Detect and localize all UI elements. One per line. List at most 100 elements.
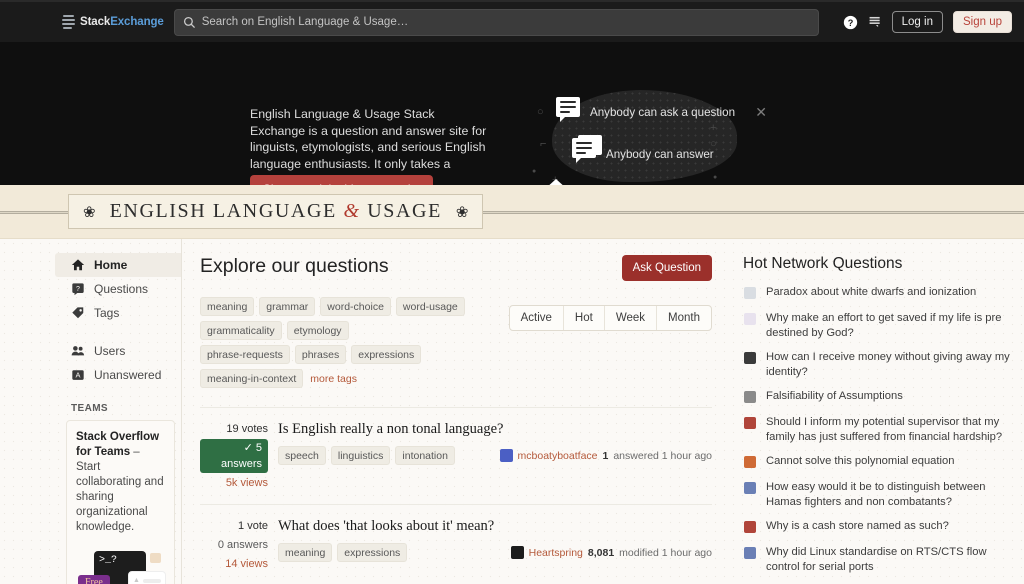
hot-network-question-title: Paradox about white dwarfs and ionizatio… <box>766 286 977 298</box>
tag-pill[interactable]: etymology <box>286 321 349 340</box>
sidebar-item-tags[interactable]: Tags <box>55 301 181 325</box>
teams-promo-card[interactable]: Stack Overflow for Teams – Start collabo… <box>66 420 175 584</box>
question-title-link[interactable]: Is English really a non tonal language? <box>278 420 712 439</box>
user-name-link[interactable]: mcboatyboatface <box>518 450 598 462</box>
sidebar-item-home[interactable]: Home <box>55 253 181 277</box>
question-meta: speech linguistics intonation mcboatyboatfa… <box>278 446 712 465</box>
sidebar-item-label: Unanswered <box>94 368 162 382</box>
svg-text:?: ? <box>847 18 853 28</box>
teams-promo-text: Stack Overflow for Teams – Start collabo… <box>76 430 165 535</box>
help-circle-icon[interactable]: ? <box>843 15 858 30</box>
site-logo[interactable]: ❀ ENGLISH LANGUAGE & USAGE ❀ <box>68 194 484 229</box>
search-bar[interactable] <box>173 8 819 36</box>
view-count: 5k views <box>225 477 268 489</box>
home-icon <box>71 259 85 271</box>
hero-banner: ○ ⌐ ● + ▷ + ○ ● + English Language & Usa… <box>0 42 1024 185</box>
answer-bubble-icon <box>572 138 596 163</box>
user-reputation: 8,081 <box>587 546 615 559</box>
sidebar-item-label: Users <box>94 344 126 358</box>
sign-up-button[interactable]: Sign up <box>952 11 1012 33</box>
question-stats: 19 votes 5 answers 5k views <box>200 420 278 493</box>
tag-pill[interactable]: expressions <box>337 543 408 562</box>
filter-tab-week[interactable]: Week <box>603 306 656 330</box>
tag-pill[interactable]: word-choice <box>320 297 391 316</box>
hot-network-question-item[interactable]: How can I receive money without giving a… <box>743 350 1014 379</box>
tag-pill[interactable]: linguistics <box>330 446 391 465</box>
hot-network-question-item[interactable]: Should I inform my potential supervisor … <box>743 415 1014 444</box>
tag-pill[interactable]: expressions <box>351 345 422 364</box>
answer-count: 0 answers <box>217 539 268 551</box>
log-in-button[interactable]: Log in <box>891 11 943 33</box>
search-input[interactable] <box>201 16 810 28</box>
main-header: Explore our questions Ask Question <box>200 255 712 281</box>
hot-network-question-item[interactable]: Paradox about white dwarfs and ionizatio… <box>743 285 1014 301</box>
tag-pill[interactable]: meaning <box>278 543 333 562</box>
ask-question-button[interactable]: Ask Question <box>621 255 712 281</box>
question-meta: meaning expressions Heartspring 8,081 modifi… <box>278 543 712 562</box>
mathematica-site-icon <box>743 455 758 470</box>
top-nav-right-group: ? Log in Sign up <box>829 11 1012 33</box>
tag-pill[interactable]: intonation <box>395 446 455 465</box>
top-navigation-bar: StackExchange ? Log in Sign up <box>0 0 1024 42</box>
hot-network-question-title: Why did Linux standardise on RTS/CTS flo… <box>766 546 987 573</box>
hot-network-question-item[interactable]: Falsifiability of Assumptions <box>743 389 1014 405</box>
question-body: Is English really a non tonal language? s… <box>278 420 712 493</box>
hot-network-question-title: Falsifiability of Assumptions <box>766 390 903 402</box>
sidebar-item-users[interactable]: Users <box>55 339 181 363</box>
site-brand-bar: ❀ ENGLISH LANGUAGE & USAGE ❀ <box>0 185 1024 239</box>
tag-pill[interactable]: word-usage <box>395 297 465 316</box>
tag-pill[interactable]: phrase-requests <box>200 345 290 364</box>
question-user-card: Heartspring 8,081 modified 1 hour ago <box>510 546 712 559</box>
stack-exchange-logo[interactable]: StackExchange <box>62 15 164 29</box>
users-icon <box>71 346 85 356</box>
question-icon: ? <box>72 283 84 296</box>
vote-count: 1 vote <box>238 520 268 532</box>
avatar[interactable] <box>499 449 513 462</box>
unanswered-icon: A <box>72 370 84 380</box>
filter-tab-active[interactable]: Active <box>510 306 563 330</box>
filter-tab-hot[interactable]: Hot <box>562 306 604 330</box>
stack-inbox-icon[interactable] <box>868 15 882 29</box>
hero-signup-button[interactable]: Sign up to join this community <box>250 175 433 185</box>
tag-pill[interactable]: meaning-in-context <box>200 369 304 388</box>
teams-promo-title: Stack Overflow for Teams <box>76 431 160 458</box>
deco-dot: ● <box>532 168 537 175</box>
hot-network-question-item[interactable]: Why did Linux standardise on RTS/CTS flo… <box>743 545 1014 574</box>
question-row: 19 votes 5 answers 5k views Is English real… <box>200 408 712 505</box>
hot-network-question-item[interactable]: Why is a cash store named as such? <box>743 519 1014 535</box>
page-title: Explore our questions <box>200 255 389 277</box>
filter-tab-month[interactable]: Month <box>656 306 711 330</box>
view-count: 14 views <box>225 558 268 570</box>
more-tags-link[interactable]: more tags <box>308 370 359 387</box>
history-site-icon <box>743 520 758 535</box>
christianity-site-icon <box>743 312 758 327</box>
tag-pill[interactable]: meaning <box>200 297 255 316</box>
hot-network-question-item[interactable]: Cannot solve this polynomial equation <box>743 454 1014 470</box>
close-icon[interactable]: ✕ <box>755 104 767 121</box>
teams-art-bubble-small <box>150 553 161 563</box>
question-row: 1 vote 0 answers 14 views What does 'that l… <box>200 505 712 584</box>
philosophy-site-icon <box>743 390 758 405</box>
stack-exchange-logo-icon <box>62 15 75 29</box>
sidebar-item-questions[interactable]: ? Questions <box>55 277 181 301</box>
tag-pill[interactable]: speech <box>278 446 326 465</box>
user-name-link[interactable]: Heartspring <box>529 547 583 559</box>
deco-corner: ⌐ <box>540 138 547 150</box>
hot-network-questions-title: Hot Network Questions <box>743 255 903 272</box>
avatar[interactable] <box>510 546 524 559</box>
tag-pill[interactable]: grammaticality <box>200 321 282 340</box>
tag-pill[interactable]: phrases <box>294 345 347 364</box>
hot-network-question-item[interactable]: How easy would it be to distinguish betw… <box>743 480 1014 509</box>
teams-free-badge: Free <box>78 575 110 584</box>
teams-promo-illustration: >_? ▲✓▼ Free <box>76 545 166 584</box>
sidebar-item-unanswered[interactable]: A Unanswered <box>55 363 181 387</box>
unix-site-icon <box>743 546 758 561</box>
hot-network-question-item[interactable]: Why make an effort to get saved if my li… <box>743 311 1014 340</box>
sidebar-item-label: Home <box>94 258 128 272</box>
sort-filter-tabs[interactable]: Active Hot Week Month <box>508 305 712 331</box>
question-title-link[interactable]: What does 'that looks about it' mean? <box>278 517 712 536</box>
politics-site-icon <box>743 481 758 496</box>
money-site-icon <box>743 351 758 366</box>
main-content: Explore our questions Ask Question meani… <box>182 239 728 584</box>
tag-pill[interactable]: grammar <box>259 297 316 316</box>
